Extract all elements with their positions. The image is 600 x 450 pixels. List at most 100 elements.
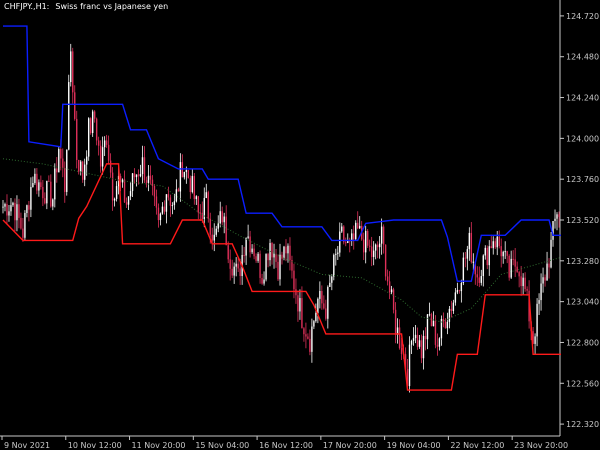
candle-body [87, 118, 90, 157]
candle-body [380, 226, 383, 244]
candle-body [472, 261, 475, 263]
candle-body [229, 259, 231, 269]
x-tick-label: 23 Nov 20:00 [514, 441, 568, 450]
candle-body [197, 196, 199, 213]
candle-body [394, 309, 397, 335]
candle-body [496, 236, 498, 248]
candle-body [191, 176, 194, 193]
candle-body [89, 118, 92, 134]
candle-body [452, 302, 455, 311]
candle-body [217, 223, 219, 229]
candle-body [518, 272, 520, 277]
candle-body [492, 241, 494, 249]
candle-body [554, 218, 556, 222]
candle-body [84, 164, 86, 180]
candle-body [129, 191, 132, 197]
candle-body [32, 182, 34, 188]
candle-body [355, 222, 357, 240]
candle-body [155, 196, 158, 208]
candle-body [538, 300, 540, 304]
candle-body [329, 282, 331, 287]
candle-body [412, 338, 415, 341]
candle-body [225, 216, 227, 246]
candle-body [456, 290, 459, 293]
candle-body [301, 298, 303, 329]
candle-body [341, 226, 343, 232]
candle-body [331, 276, 333, 283]
candle-body [103, 140, 106, 148]
candle-body [133, 173, 136, 178]
candle-body [502, 251, 504, 257]
candle-body [263, 279, 265, 284]
candle-body [169, 197, 172, 206]
candle-body [141, 157, 144, 175]
candle-body [486, 247, 488, 266]
candle-body [366, 230, 369, 246]
candle-body [50, 181, 52, 207]
candle-body [46, 180, 48, 204]
y-tick-label: 122.560 [566, 379, 599, 388]
candle-body [488, 246, 490, 266]
candle-body [101, 147, 104, 167]
candle-body [388, 281, 391, 293]
y-tick-label: 124.000 [566, 134, 599, 143]
candle-body [293, 270, 295, 290]
candle-body [145, 180, 148, 183]
candle-body [153, 185, 156, 197]
candle-body [125, 202, 128, 205]
x-tick-label: 16 Nov 12:00 [259, 441, 313, 450]
candle-body [386, 276, 389, 282]
candle-body [363, 239, 365, 253]
candle-body [2, 206, 4, 208]
candle-body [187, 170, 190, 179]
candle-body [448, 308, 451, 322]
candle-body [548, 263, 550, 268]
y-tick-label: 124.240 [566, 94, 599, 103]
candle-body [111, 172, 114, 201]
candle-body [414, 334, 417, 339]
candle-body [44, 198, 46, 204]
candle-body [506, 251, 508, 256]
candle-body [139, 174, 142, 177]
candle-body [28, 205, 30, 210]
candle-body [243, 255, 245, 257]
candle-body [255, 256, 257, 261]
candle-body [408, 344, 411, 387]
candle-body [476, 274, 478, 278]
candle-body [143, 157, 146, 181]
candle-body [12, 202, 14, 206]
candle-body [297, 295, 299, 312]
candle-body [74, 92, 76, 119]
candle-body [60, 149, 62, 159]
price-chart[interactable]: 124.720 124.480 124.240 124.000 123.760 123.5… [0, 0, 600, 450]
candle-body [107, 144, 110, 161]
candle-body [398, 327, 401, 349]
candle-body [62, 158, 64, 169]
candle-body [558, 214, 560, 217]
candle-body [245, 237, 247, 256]
candle-body [510, 258, 512, 278]
candle-body [34, 173, 36, 183]
candle-body [520, 276, 522, 287]
candle-body [185, 170, 188, 172]
candle-body [213, 234, 215, 241]
candle-body [317, 298, 319, 314]
candle-body [233, 266, 235, 276]
candle-body [512, 258, 514, 260]
candle-body [273, 253, 275, 258]
candle-body [265, 254, 267, 280]
candle-body [135, 174, 138, 178]
candle-body [339, 231, 341, 253]
candle-body [466, 249, 469, 259]
candle-body [173, 201, 176, 206]
candle-body [359, 225, 361, 229]
candle-body [444, 321, 447, 329]
candle-body [189, 178, 192, 193]
y-tick-label: 124.480 [566, 53, 599, 62]
candle-body [508, 255, 510, 278]
candle-body [171, 205, 174, 207]
candle-body [556, 214, 558, 219]
candle-body [167, 194, 170, 198]
candle-body [149, 175, 152, 180]
candle-body [478, 277, 480, 283]
